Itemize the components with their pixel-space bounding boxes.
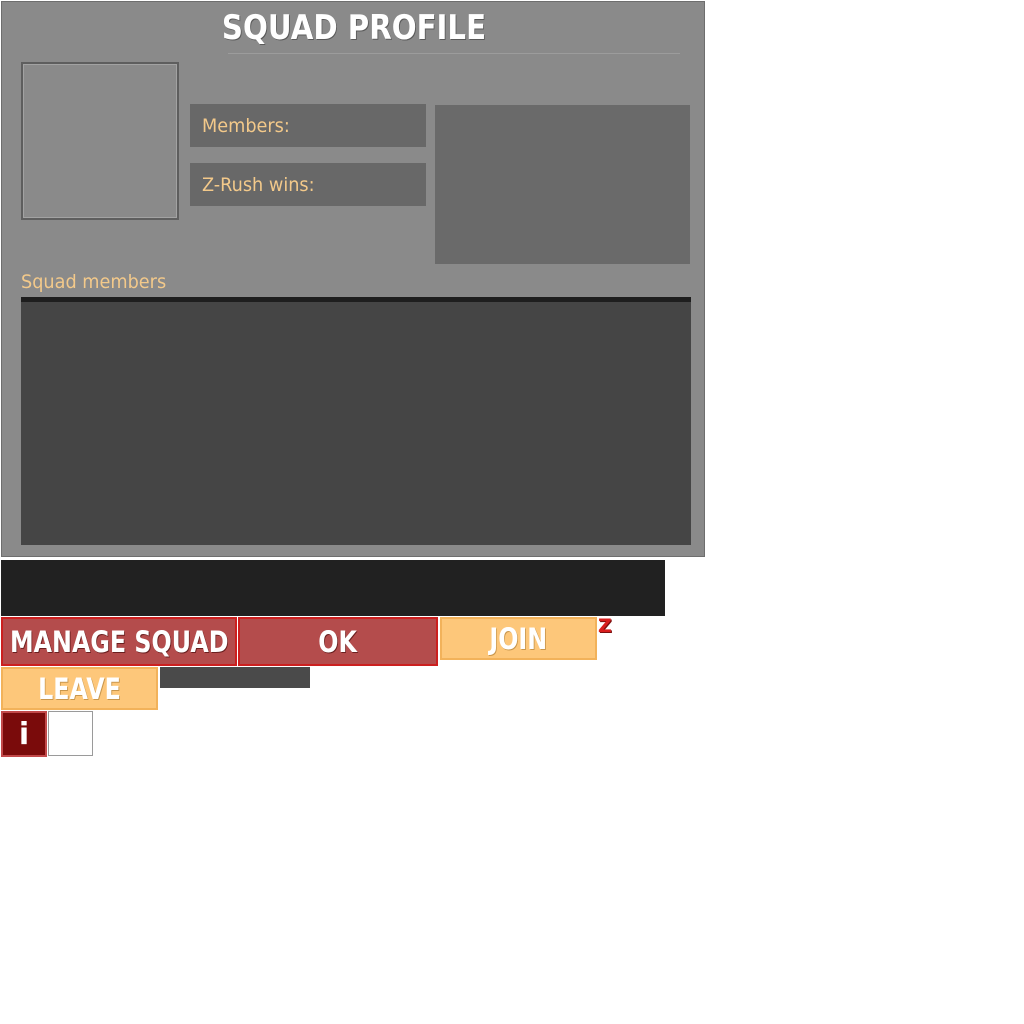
blank-button[interactable]	[48, 711, 93, 756]
squad-emblem	[21, 62, 179, 220]
ok-label: OK	[318, 624, 358, 659]
squad-info-box	[435, 105, 690, 264]
members-stat: Members:	[190, 104, 426, 147]
leave-label: LEAVE	[38, 671, 121, 706]
progress-bar	[160, 667, 310, 688]
info-button[interactable]: i	[1, 711, 47, 757]
join-label: JOIN	[489, 621, 548, 656]
manage-squad-button[interactable]: MANAGE SQUAD	[1, 617, 237, 666]
members-label: Members:	[202, 114, 290, 137]
manage-squad-label: MANAGE SQUAD	[9, 624, 229, 659]
squad-members-heading: Squad members	[21, 271, 167, 293]
panel-title: SQUAD PROFILE	[221, 8, 487, 48]
squad-profile-panel: SQUAD PROFILE Members: Z-Rush wins: Squa…	[1, 1, 705, 557]
zrush-wins-stat: Z-Rush wins:	[190, 163, 426, 206]
status-bar	[1, 560, 665, 616]
join-button[interactable]: JOIN	[440, 617, 597, 660]
zrush-wins-label: Z-Rush wins:	[202, 173, 315, 196]
title-divider	[228, 53, 680, 54]
ok-button[interactable]: OK	[238, 617, 438, 666]
info-icon: i	[18, 716, 30, 752]
squad-members-list[interactable]	[21, 297, 691, 545]
z-badge: Z	[598, 615, 612, 637]
leave-button[interactable]: LEAVE	[1, 667, 158, 710]
